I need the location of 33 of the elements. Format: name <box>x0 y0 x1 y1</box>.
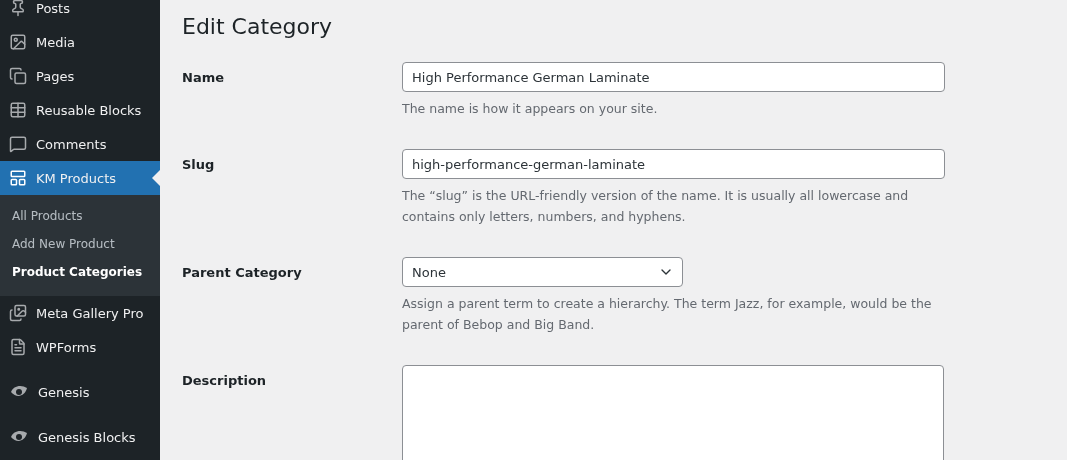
menu-item[interactable]: Genesis <box>0 375 160 409</box>
page-title: Edit Category <box>182 14 334 39</box>
field-label: Parent Category <box>182 264 303 282</box>
menu-item[interactable]: Meta Gallery Pro <box>0 296 160 330</box>
field-label: Name <box>182 69 225 87</box>
description-field[interactable] <box>402 365 944 460</box>
text-field[interactable]: High Performance German Laminate <box>402 62 945 92</box>
table-icon <box>9 101 27 119</box>
text-field[interactable]: high-performance-german-laminate <box>402 149 945 179</box>
submenu-item[interactable]: All Products <box>0 202 160 230</box>
pin-icon <box>9 0 27 17</box>
help-text: The “slug” is the URL-friendly version of the name. It is usually all lowercase and contains only letters, numbers, and hyphens. <box>402 187 910 226</box>
menu-item[interactable]: Comments <box>0 127 160 161</box>
field-label: Description <box>182 372 268 390</box>
comment-icon <box>9 135 27 153</box>
menu-item[interactable]: KM Products <box>0 161 160 195</box>
menu-item[interactable]: Reusable Blocks <box>0 93 160 127</box>
layout-icon <box>9 169 27 187</box>
field-label: Slug <box>182 156 216 174</box>
menu-item[interactable]: Media <box>0 25 160 59</box>
parent-select[interactable]: None <box>402 257 683 287</box>
menu-item[interactable]: Pages <box>0 59 160 93</box>
form-icon <box>9 338 27 356</box>
help-text: The name is how it appears on your site. <box>402 100 659 118</box>
pages-icon <box>9 67 27 85</box>
menu-item[interactable]: Genesis Blocks <box>0 420 160 454</box>
help-text: Assign a parent term to create a hierarchy. The term Jazz, for example, would be the parent of Bebop and Big Band. <box>402 295 933 334</box>
menu-item[interactable]: WPForms <box>0 330 160 364</box>
media-icon <box>9 33 27 51</box>
submenu-item[interactable]: Product Categories <box>0 258 160 286</box>
submenu-item[interactable]: Add New Product <box>0 230 160 258</box>
gallery-icon <box>9 304 27 322</box>
menu-item[interactable]: Posts <box>0 0 160 25</box>
